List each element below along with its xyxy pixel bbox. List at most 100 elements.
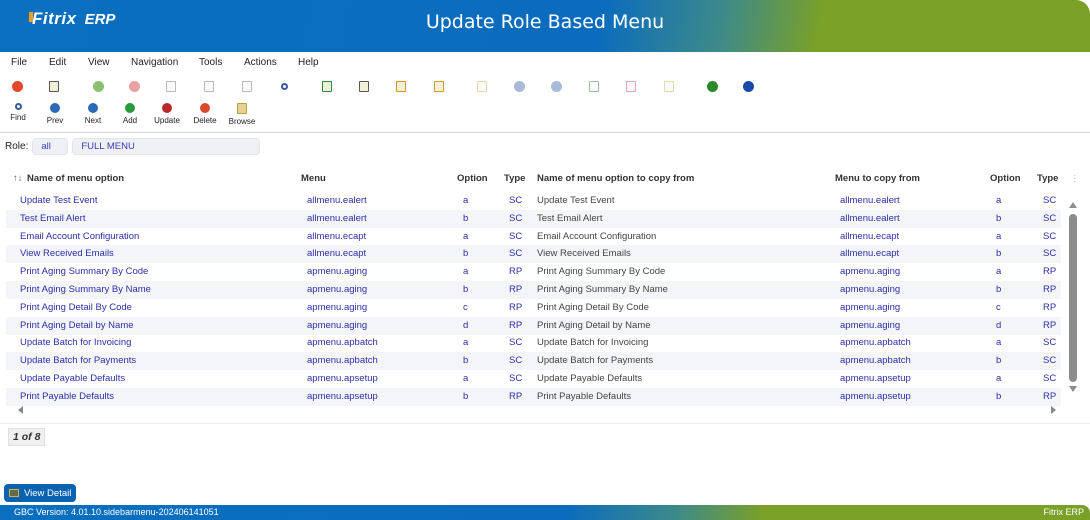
browse-button[interactable]: Browse: [227, 103, 257, 126]
cell-copy-name: Email Account Configuration: [537, 230, 657, 242]
table-row[interactable]: Print Aging Detail By Code apmenu.aging c R…: [6, 299, 1061, 317]
cell-menu: apmenu.apbatch: [307, 355, 378, 367]
scroll-up-icon[interactable]: [1069, 202, 1077, 208]
table-row[interactable]: Print Payable Defaults apmenu.apsetup b RP P…: [6, 387, 1061, 406]
view-detail-label: View Detail: [24, 487, 72, 499]
cell-type: RP: [509, 284, 523, 295]
cell-copy-name: Update Batch for Payments: [537, 355, 654, 367]
cell-copy-type: RP: [1043, 266, 1057, 278]
column-header-copy-menu[interactable]: Menu to copy from: [835, 173, 920, 184]
cell-option: a: [463, 230, 469, 242]
cell-copy-menu: allmenu.ealert: [840, 195, 900, 206]
prev-icon: [50, 103, 60, 113]
cell-type: SC: [509, 355, 523, 367]
table-row[interactable]: Print Aging Detail by Name apmenu.aging d R…: [6, 316, 1061, 335]
table-row[interactable]: Update Payable Defaults apmenu.apsetup a SC…: [6, 370, 1061, 388]
cell-type: SC: [509, 230, 523, 242]
role-description-field[interactable]: FULL MENU: [72, 138, 261, 155]
cell-menu: apmenu.aging: [307, 284, 368, 295]
menu-actions[interactable]: Actions: [244, 57, 277, 68]
scroll-thumb[interactable]: [1069, 214, 1077, 382]
table-row[interactable]: Update Batch for Payments apmenu.apbatch b…: [6, 352, 1061, 371]
help-icon[interactable]: [741, 79, 755, 93]
table-row[interactable]: Print Aging Summary By Name apmenu.aging b…: [6, 281, 1061, 299]
column-header-menu[interactable]: Menu: [301, 173, 326, 184]
cell-copy-name: Print Aging Summary By Name: [537, 284, 668, 295]
column-header-copy-type[interactable]: Type: [1037, 173, 1058, 184]
scroll-down-icon[interactable]: [1069, 386, 1077, 392]
cell-copy-menu: apmenu.apbatch: [840, 355, 911, 367]
update-button[interactable]: Update: [152, 103, 182, 125]
table-row[interactable]: Print Aging Summary By Code apmenu.aging a…: [6, 263, 1061, 281]
cell-name: Update Batch for Payments: [20, 355, 137, 367]
power-icon[interactable]: [10, 79, 24, 93]
table-row[interactable]: Test Email Alert allmenu.ealert b SC Test Em…: [6, 209, 1061, 228]
column-header-option[interactable]: Option: [457, 173, 488, 184]
report-icon[interactable]: [394, 79, 408, 93]
role-code-field[interactable]: all: [32, 138, 69, 155]
column-header-type[interactable]: Type: [504, 173, 525, 184]
clock-icon-glyph: [626, 80, 636, 92]
cell-menu: allmenu.ealert: [307, 195, 367, 206]
menu-tools[interactable]: Tools: [199, 57, 222, 68]
menu-help[interactable]: Help: [298, 57, 319, 68]
zoom-icon[interactable]: [277, 79, 291, 93]
column-header-name[interactable]: Name of menu option: [27, 173, 124, 184]
cell-type: RP: [509, 390, 523, 402]
column-menu-icon[interactable]: · · ·: [1073, 171, 1077, 187]
cell-name: Test Email Alert: [20, 212, 86, 224]
column-header-copy-name[interactable]: Name of menu option to copy from: [537, 173, 694, 184]
notes-icon[interactable]: [432, 79, 446, 93]
table-row[interactable]: Update Test Event allmenu.ealert a SC Update…: [6, 192, 1061, 210]
menu-file[interactable]: File: [11, 57, 27, 68]
column-header-copy-option[interactable]: Option: [990, 173, 1021, 184]
paste-icon-glyph: [204, 80, 214, 92]
cancel-icon: [127, 79, 141, 93]
menu-navigation[interactable]: Navigation: [131, 57, 178, 68]
cell-menu: apmenu.aging: [307, 319, 368, 331]
cell-type: SC: [509, 195, 523, 206]
vertical-scrollbar[interactable]: [1066, 200, 1080, 396]
forward-icon-glyph: [706, 80, 718, 92]
add-label: Add: [122, 116, 138, 125]
cell-copy-menu: allmenu.ealert: [840, 212, 900, 224]
sort-icon[interactable]: ↑↓: [13, 173, 23, 184]
touch-icon: [662, 79, 676, 93]
page-indicator: 1 of 8: [8, 428, 46, 446]
find-button[interactable]: Find: [3, 103, 33, 122]
forward-icon[interactable]: [705, 79, 719, 93]
table-row[interactable]: Update Batch for Invoicing apmenu.apbatch…: [6, 334, 1061, 352]
save-icon[interactable]: [320, 79, 334, 93]
next-button[interactable]: Next: [78, 103, 108, 125]
zoom-icon-glyph: [280, 82, 288, 90]
cell-type: RP: [509, 319, 523, 331]
cell-copy-option: b: [996, 212, 1002, 224]
cell-copy-option: a: [996, 195, 1002, 206]
delete-button[interactable]: Delete: [190, 103, 220, 125]
attachment-icon[interactable]: [357, 79, 371, 93]
cell-copy-menu: allmenu.ecapt: [840, 248, 900, 260]
cell-copy-type: RP: [1043, 284, 1057, 295]
menu-view[interactable]: View: [88, 57, 110, 68]
prev-label: Prev: [46, 116, 64, 125]
table-row[interactable]: View Received Emails allmenu.ecapt b SC View…: [6, 245, 1061, 264]
prev-button[interactable]: Prev: [40, 103, 70, 125]
scroll-left-icon[interactable]: [18, 406, 23, 414]
cell-copy-name: Update Payable Defaults: [537, 373, 643, 384]
delete-label: Delete: [193, 116, 217, 125]
view-detail-button[interactable]: View Detail: [4, 484, 77, 502]
cell-name: Update Test Event: [20, 195, 98, 206]
table-row[interactable]: Email Account Configuration allmenu.ecapt…: [6, 228, 1061, 246]
cell-copy-menu: apmenu.aging: [840, 319, 901, 331]
cell-option: a: [463, 373, 469, 384]
cell-copy-option: a: [996, 373, 1002, 384]
browse-label: Browse: [228, 117, 256, 126]
add-button[interactable]: Add: [115, 103, 145, 125]
cell-option: d: [463, 319, 469, 331]
cell-copy-option: b: [996, 284, 1002, 295]
copy-window-icon[interactable]: [47, 79, 61, 93]
cell-name: Print Aging Summary By Name: [20, 284, 151, 295]
scroll-right-icon[interactable]: [1051, 406, 1056, 414]
menu-edit[interactable]: Edit: [49, 57, 66, 68]
cell-copy-option: d: [996, 319, 1002, 331]
